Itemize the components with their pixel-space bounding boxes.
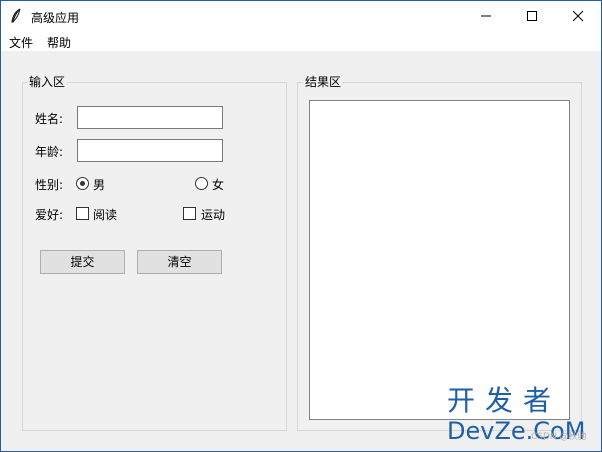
feather-icon xyxy=(10,8,22,24)
age-input[interactable] xyxy=(77,139,223,162)
maximize-button[interactable] xyxy=(509,1,555,31)
age-label: 年龄: xyxy=(35,145,64,159)
result-frame-title: 结果区 xyxy=(303,73,344,90)
app-window: 高级应用 文件 帮助 输入区 姓名: 年龄: 性别: 男 女 爱好: 阅读 运动… xyxy=(0,0,602,452)
menu-file[interactable]: 文件 xyxy=(9,34,33,51)
watermark-line1: 开发者 xyxy=(447,384,562,417)
clear-button[interactable]: 清空 xyxy=(137,250,222,274)
name-input[interactable] xyxy=(77,106,223,129)
hobby-reading-label[interactable]: 阅读 xyxy=(93,206,117,223)
menu-bar: 文件 帮助 xyxy=(1,31,601,51)
submit-button[interactable]: 提交 xyxy=(40,250,125,274)
gender-male-radio[interactable] xyxy=(76,177,89,190)
maximize-icon xyxy=(527,11,537,21)
gender-female-radio[interactable] xyxy=(195,177,208,190)
name-label: 姓名: xyxy=(35,112,64,126)
gender-male-label[interactable]: 男 xyxy=(93,176,105,193)
gender-label: 性别: xyxy=(35,178,64,192)
hobby-label: 爱好: xyxy=(35,208,64,222)
hobby-sport-label[interactable]: 运动 xyxy=(201,206,225,223)
window-title: 高级应用 xyxy=(31,11,80,25)
hobby-sport-checkbox[interactable] xyxy=(183,207,196,220)
minimize-icon xyxy=(481,15,491,17)
result-textarea[interactable] xyxy=(309,100,570,420)
hobby-reading-checkbox[interactable] xyxy=(76,207,89,220)
close-button[interactable] xyxy=(555,1,601,31)
menu-help[interactable]: 帮助 xyxy=(47,34,71,51)
input-frame-title: 输入区 xyxy=(27,73,68,90)
minimize-button[interactable] xyxy=(463,1,509,31)
close-icon xyxy=(572,10,584,22)
gender-female-label[interactable]: 女 xyxy=(212,176,224,193)
watermark: 开发者 DevZe.CoM CSDN @秋驰 xyxy=(443,385,599,449)
title-bar[interactable]: 高级应用 xyxy=(1,1,601,31)
watermark-csdn: CSDN @秋驰 xyxy=(531,432,587,442)
